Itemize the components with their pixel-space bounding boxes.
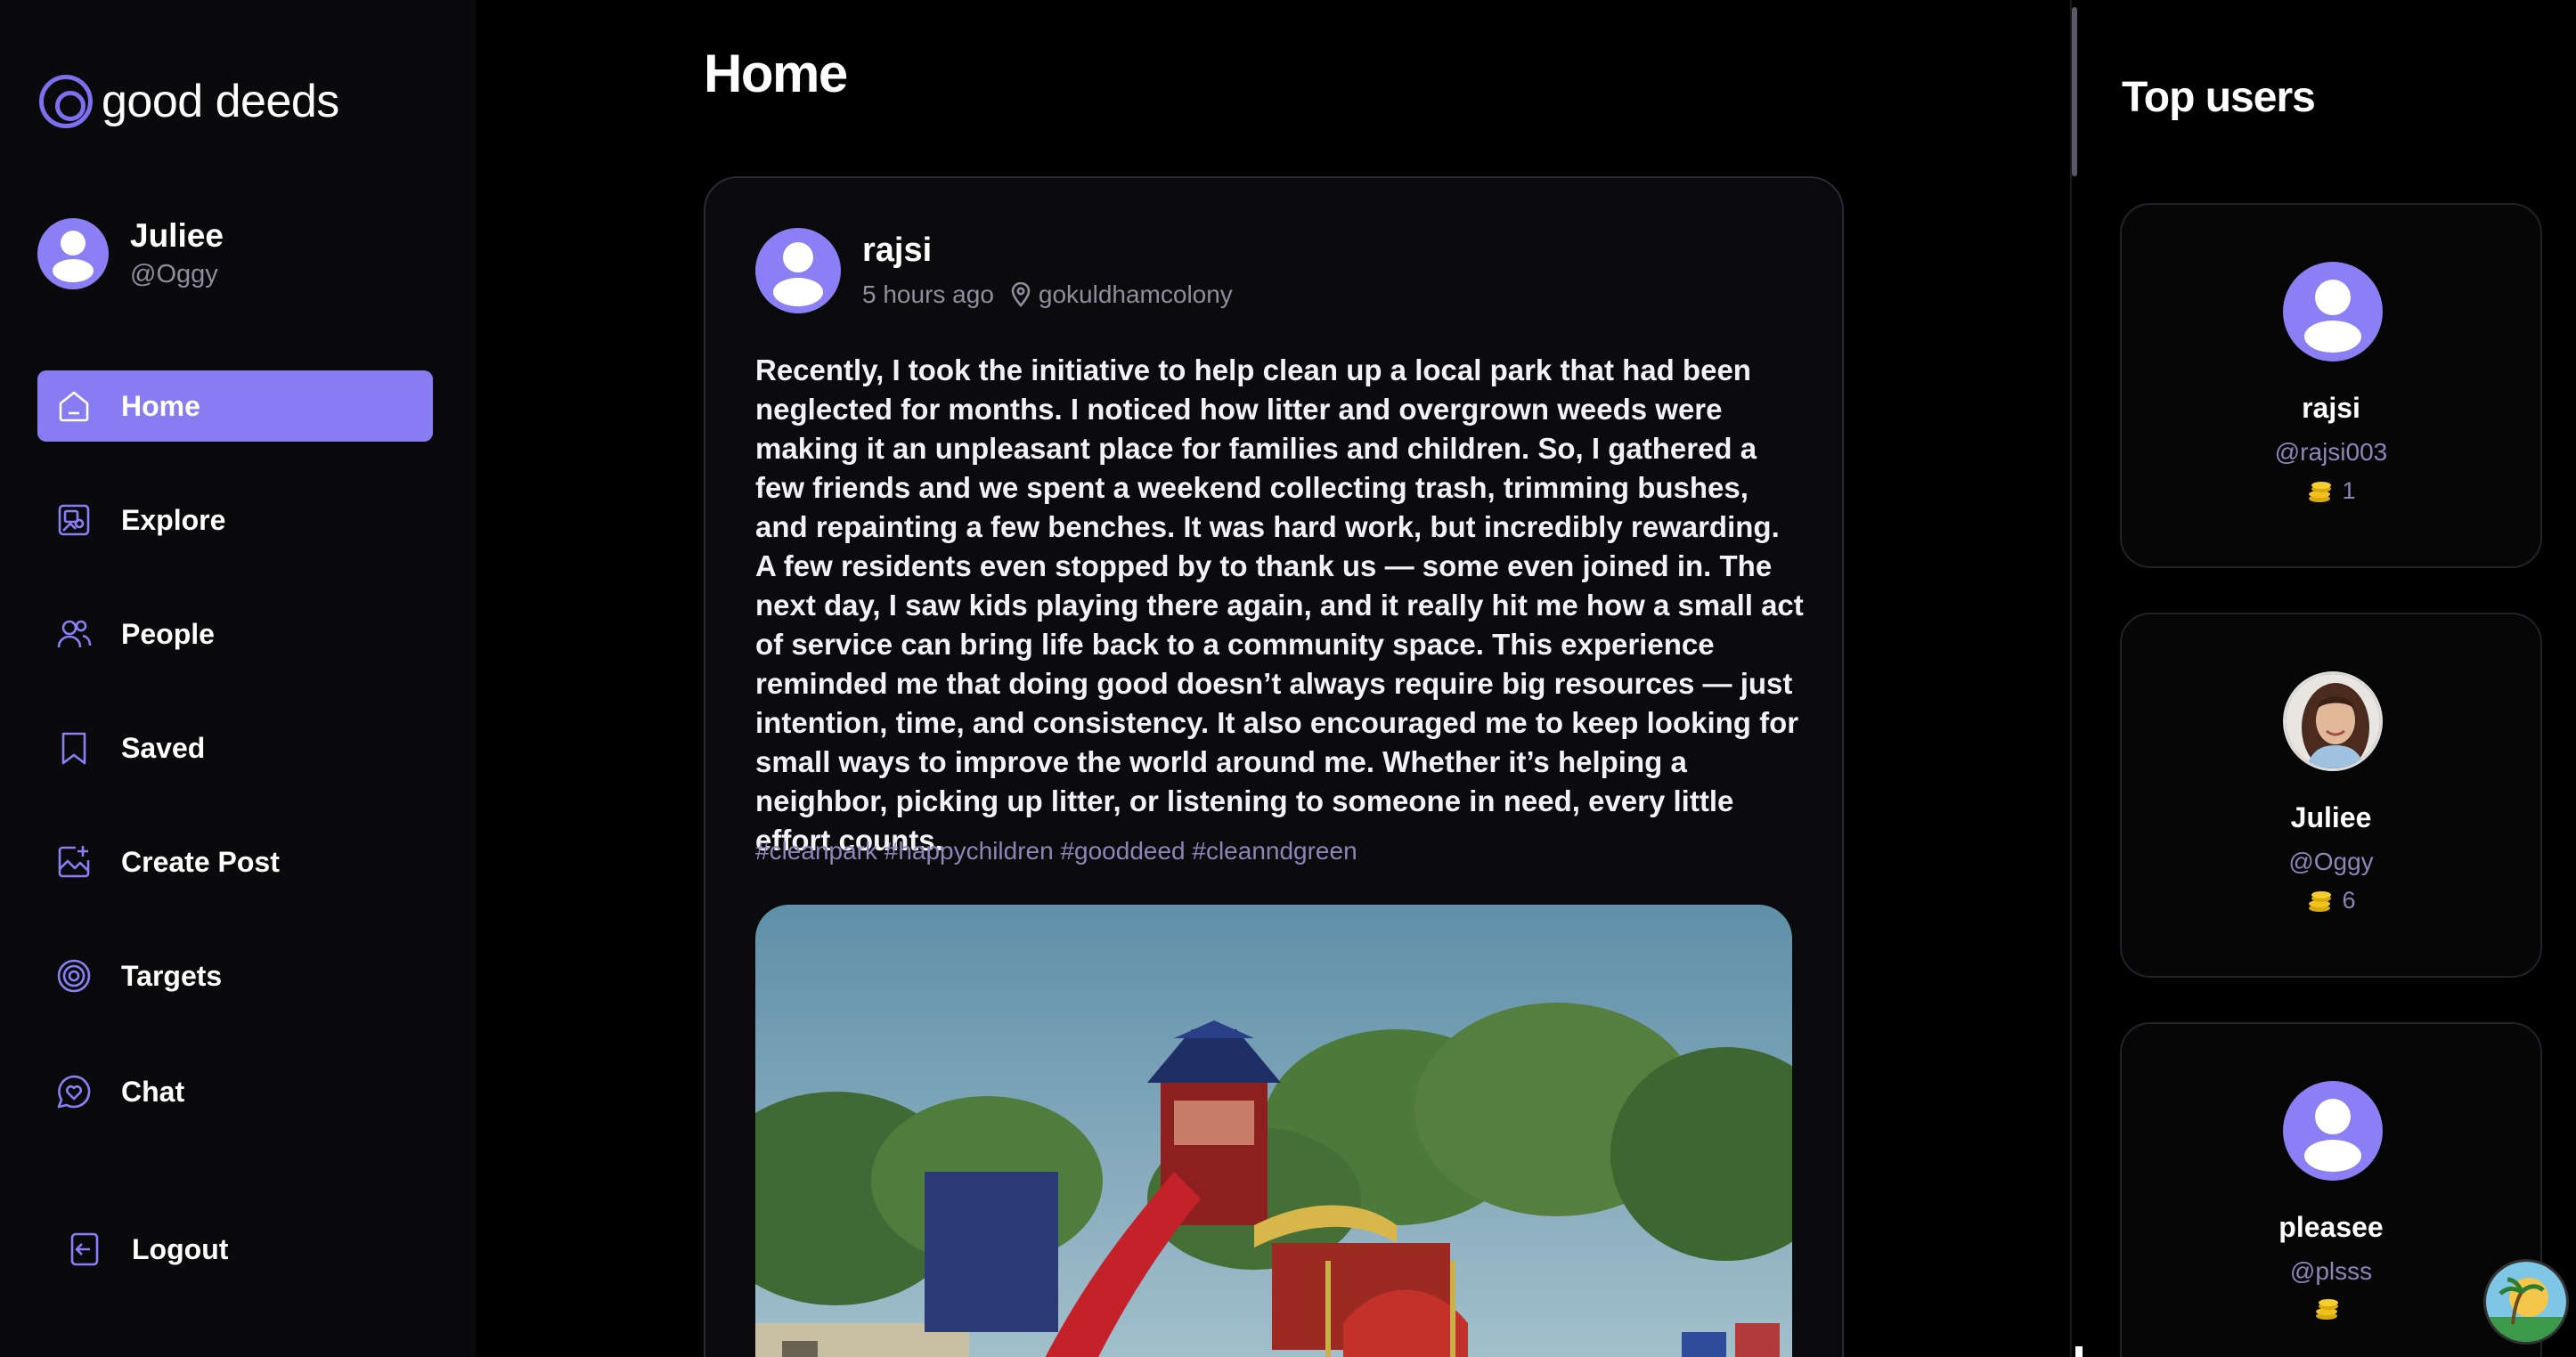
post-location-label: gokuldhamcolony bbox=[1038, 280, 1233, 308]
post-body: Recently, I took the initiative to help … bbox=[755, 353, 1804, 857]
top-user-coins: 6 bbox=[2122, 887, 2540, 914]
logout-icon bbox=[64, 1229, 105, 1270]
top-user-card[interactable]: Juliee @Oggy 6 bbox=[2120, 613, 2542, 978]
post-tags[interactable]: #cleanpark #happychildren #gooddeed #cle… bbox=[755, 837, 1357, 865]
left-sidebar: good deeds Juliee @Oggy Home Explore Peo… bbox=[0, 0, 476, 1357]
nav-item-label: People bbox=[121, 617, 215, 650]
nav-item-saved[interactable]: Saved bbox=[37, 712, 433, 784]
create-post-icon bbox=[53, 841, 94, 882]
chat-icon bbox=[53, 1071, 94, 1112]
post-header: rajsi 5 hours ago gokuldhamcolony bbox=[755, 228, 1233, 313]
top-user-name: rajsi bbox=[2302, 392, 2360, 424]
logo-icon bbox=[39, 75, 93, 128]
app-logo[interactable]: good deeds bbox=[39, 75, 339, 128]
nav-item-label: Saved bbox=[121, 731, 206, 764]
nav-item-label: Home bbox=[121, 389, 200, 422]
top-user-handle: @plsss bbox=[2289, 1257, 2373, 1285]
nav-item-home[interactable]: Home bbox=[37, 370, 433, 442]
explore-icon bbox=[53, 500, 94, 540]
top-user-handle: @Oggy bbox=[2288, 848, 2374, 875]
avatar bbox=[2283, 1081, 2383, 1181]
post-location: gokuldhamcolony bbox=[1010, 280, 1233, 309]
top-user-card[interactable]: pleasee @plsss bbox=[2120, 1022, 2542, 1357]
nav-item-label: Create Post bbox=[121, 845, 280, 878]
current-user-profile[interactable]: Juliee @Oggy bbox=[37, 217, 224, 289]
bookmark-icon bbox=[53, 727, 94, 768]
top-user-handle: @rajsi003 bbox=[2274, 438, 2388, 466]
post-image[interactable] bbox=[755, 905, 1792, 1357]
location-pin-icon bbox=[1011, 282, 1031, 307]
home-icon bbox=[53, 386, 94, 427]
nav-item-chat[interactable]: Chat bbox=[37, 1056, 433, 1127]
nav-item-label: Targets bbox=[121, 959, 223, 992]
nav-item-label: Explore bbox=[121, 503, 226, 536]
coins-icon bbox=[2309, 890, 2332, 912]
top-user-coins bbox=[2122, 1296, 2540, 1321]
top-user-name: Juliee bbox=[2290, 801, 2372, 833]
avatar bbox=[2283, 671, 2383, 771]
nav-item-people[interactable]: People bbox=[37, 598, 433, 670]
nav-item-explore[interactable]: Explore bbox=[37, 484, 433, 556]
coins-icon bbox=[2309, 481, 2332, 502]
post-timestamp: 5 hours ago bbox=[862, 280, 994, 308]
avatar bbox=[2283, 262, 2383, 362]
logout-button[interactable]: Logout bbox=[64, 1229, 228, 1270]
nav-item-label: Chat bbox=[121, 1075, 185, 1108]
post-author[interactable]: rajsi bbox=[862, 232, 1233, 270]
top-user-coins: 1 bbox=[2122, 477, 2540, 505]
people-icon bbox=[53, 613, 94, 654]
target-icon bbox=[53, 955, 94, 996]
top-users-title: Top users bbox=[2122, 74, 2316, 121]
floating-avatar-button[interactable] bbox=[2483, 1259, 2569, 1345]
scroll-marker bbox=[2075, 1346, 2083, 1357]
post-meta: 5 hours ago gokuldhamcolony bbox=[862, 280, 1233, 309]
post-card[interactable]: rajsi 5 hours ago gokuldhamcolony Recent… bbox=[704, 176, 1844, 1357]
logout-label: Logout bbox=[132, 1232, 229, 1265]
avatar[interactable] bbox=[755, 228, 841, 313]
profile-name: Juliee bbox=[130, 217, 224, 254]
avatar bbox=[37, 217, 109, 289]
nav-item-create-post[interactable]: Create Post bbox=[37, 826, 433, 898]
nav-item-targets[interactable]: Targets bbox=[37, 940, 433, 1012]
top-user-name: pleasee bbox=[2278, 1211, 2384, 1243]
coin-count: 6 bbox=[2342, 887, 2356, 914]
coins-icon bbox=[2316, 1299, 2338, 1320]
page-title: Home bbox=[704, 44, 848, 103]
coin-count: 1 bbox=[2342, 477, 2356, 504]
app-name: good deeds bbox=[102, 76, 339, 127]
top-user-card[interactable]: rajsi @rajsi003 1 bbox=[2120, 203, 2542, 568]
profile-handle: @Oggy bbox=[130, 260, 218, 288]
